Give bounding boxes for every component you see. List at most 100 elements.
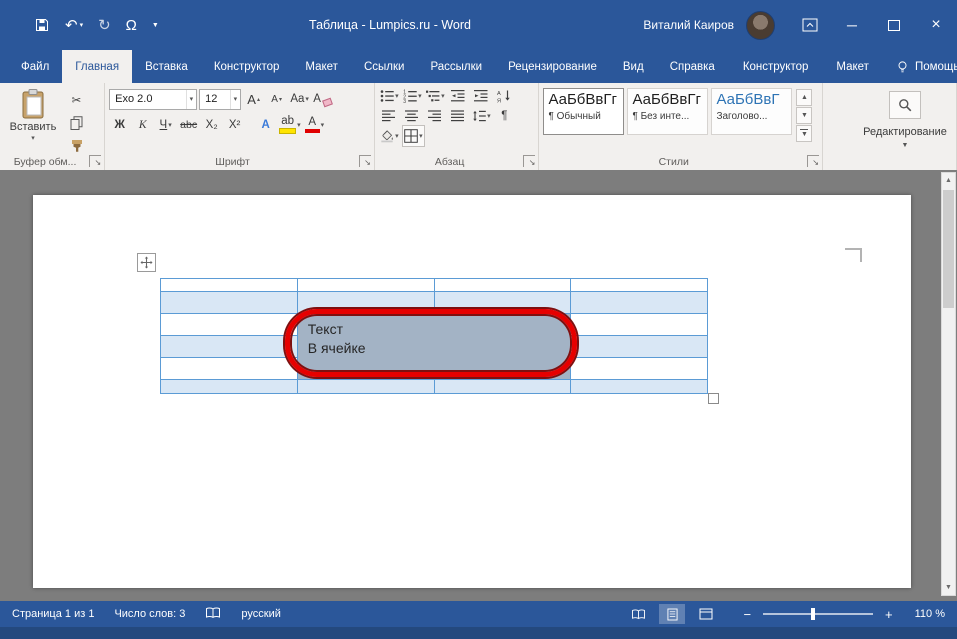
zoom-in-button[interactable]: + xyxy=(885,608,893,621)
proofing-button[interactable] xyxy=(205,607,221,622)
styles-scroll-down-button[interactable]: ▼ xyxy=(796,107,812,124)
table-cell[interactable] xyxy=(298,279,435,292)
ribbon-display-options-button[interactable] xyxy=(789,0,831,50)
vertical-scrollbar[interactable]: ▲ ▼ xyxy=(941,172,956,596)
undo-button[interactable]: ↶▾ xyxy=(65,18,83,33)
tab-home[interactable]: Главная xyxy=(62,50,132,83)
font-family-combo[interactable]: Exo 2.0▾ xyxy=(109,89,197,110)
table-cell[interactable] xyxy=(571,279,708,292)
language-indicator[interactable]: русский xyxy=(241,608,280,620)
increase-indent-button[interactable] xyxy=(471,86,492,106)
table-cell[interactable] xyxy=(298,380,435,394)
borders-button[interactable]: ▾ xyxy=(402,125,425,147)
subscript-button[interactable]: X₂ xyxy=(201,115,222,135)
strikethrough-button[interactable]: abc xyxy=(178,115,199,135)
table-cell[interactable] xyxy=(435,380,572,394)
tab-table-design[interactable]: Конструктор xyxy=(730,50,822,83)
zoom-level[interactable]: 110 % xyxy=(915,608,945,620)
table-cell[interactable] xyxy=(435,292,572,314)
line-spacing-button[interactable]: ▾ xyxy=(471,106,492,126)
style-no-spacing[interactable]: АаБбВвГг ¶ Без инте... xyxy=(627,88,708,135)
bold-button[interactable]: Ж xyxy=(109,115,130,135)
clear-formatting-button[interactable]: А xyxy=(312,89,333,109)
shrink-font-button[interactable]: А▾ xyxy=(266,89,287,109)
web-layout-button[interactable] xyxy=(693,604,719,624)
dialog-launcher-icon[interactable]: ↘ xyxy=(359,155,371,167)
table-cell[interactable] xyxy=(571,336,708,358)
align-right-button[interactable] xyxy=(425,106,446,126)
print-layout-button[interactable] xyxy=(659,604,685,624)
shading-button[interactable]: ▾ xyxy=(379,126,400,146)
table-cell[interactable] xyxy=(435,279,572,292)
tab-references[interactable]: Ссылки xyxy=(351,50,418,83)
table-cell[interactable] xyxy=(161,292,298,314)
font-color-button[interactable]: А ▾ xyxy=(304,115,326,135)
find-button[interactable] xyxy=(889,91,921,119)
cut-button[interactable]: ✂ xyxy=(66,90,87,110)
bullets-button[interactable]: ▾ xyxy=(379,86,400,106)
paste-button[interactable]: Вставить ▾ xyxy=(4,86,62,156)
numbering-button[interactable]: 123 ▾ xyxy=(402,86,423,106)
font-size-combo[interactable]: 12▾ xyxy=(199,89,241,110)
styles-more-button[interactable]: ▼ xyxy=(796,125,812,142)
table-resize-handle[interactable] xyxy=(708,393,719,404)
table-cell[interactable] xyxy=(161,336,298,358)
tab-layout[interactable]: Макет xyxy=(292,50,351,83)
align-left-button[interactable] xyxy=(379,106,400,126)
table-cell[interactable] xyxy=(571,380,708,394)
zoom-slider-thumb[interactable] xyxy=(811,608,815,620)
tab-view[interactable]: Вид xyxy=(610,50,657,83)
table-cell[interactable] xyxy=(571,358,708,380)
dialog-launcher-icon[interactable]: ↘ xyxy=(807,155,819,167)
maximize-button[interactable] xyxy=(873,0,915,50)
redo-button[interactable]: ↻ xyxy=(98,18,111,33)
table-cell[interactable] xyxy=(571,292,708,314)
italic-button[interactable]: К xyxy=(132,115,153,135)
justify-button[interactable] xyxy=(448,106,469,126)
table-cell[interactable] xyxy=(571,314,708,336)
tab-help[interactable]: Справка xyxy=(657,50,728,83)
table-cell[interactable] xyxy=(298,292,435,314)
align-center-button[interactable] xyxy=(402,106,423,126)
word-count[interactable]: Число слов: 3 xyxy=(114,608,185,620)
tab-file[interactable]: Файл xyxy=(8,50,62,83)
save-button[interactable] xyxy=(34,17,50,33)
table-cell[interactable] xyxy=(161,279,298,292)
tab-mailings[interactable]: Рассылки xyxy=(417,50,495,83)
tab-review[interactable]: Рецензирование xyxy=(495,50,610,83)
change-case-button[interactable]: Aa▾ xyxy=(289,89,310,109)
tab-insert[interactable]: Вставка xyxy=(132,50,201,83)
customize-qat-button[interactable]: ▼ xyxy=(152,22,159,29)
decrease-indent-button[interactable] xyxy=(448,86,469,106)
page-indicator[interactable]: Страница 1 из 1 xyxy=(12,608,94,620)
format-painter-button[interactable] xyxy=(66,136,87,156)
zoom-slider[interactable] xyxy=(763,613,873,615)
highlight-color-button[interactable]: ab ▾ xyxy=(278,115,302,135)
text-effects-button[interactable]: А xyxy=(255,115,276,135)
account-name[interactable]: Виталий Каиров xyxy=(643,18,734,32)
tab-design[interactable]: Конструктор xyxy=(201,50,293,83)
dialog-launcher-icon[interactable]: ↘ xyxy=(523,155,535,167)
show-marks-button[interactable]: ¶ xyxy=(494,106,515,126)
table-cell-merged-selected[interactable]: Текст В ячейке xyxy=(298,314,572,380)
style-normal[interactable]: АаБбВвГг ¶ Обычный xyxy=(543,88,624,135)
zoom-out-button[interactable]: − xyxy=(743,608,751,621)
read-mode-button[interactable] xyxy=(625,604,651,624)
dialog-launcher-icon[interactable]: ↘ xyxy=(89,155,101,167)
minimize-button[interactable]: ─ xyxy=(831,0,873,50)
table-cell[interactable] xyxy=(161,314,298,336)
scrollbar-thumb[interactable] xyxy=(943,190,954,308)
table-cell[interactable] xyxy=(161,358,298,380)
table-cell[interactable] xyxy=(161,380,298,394)
superscript-button[interactable]: X² xyxy=(224,115,245,135)
avatar[interactable] xyxy=(746,11,775,40)
scroll-up-arrow-icon[interactable]: ▲ xyxy=(942,173,955,188)
document-page[interactable]: Текст В ячейке xyxy=(33,195,911,588)
style-heading1[interactable]: АаБбВвГ Заголово... xyxy=(711,88,792,135)
table-move-handle[interactable] xyxy=(137,253,156,272)
grow-font-button[interactable]: А▴ xyxy=(243,89,264,109)
symbol-button[interactable]: Ω xyxy=(126,18,137,33)
editing-dropdown-button[interactable]: Редактирование ▼ xyxy=(857,86,953,149)
copy-button[interactable] xyxy=(66,113,87,133)
scroll-down-arrow-icon[interactable]: ▼ xyxy=(942,580,955,595)
